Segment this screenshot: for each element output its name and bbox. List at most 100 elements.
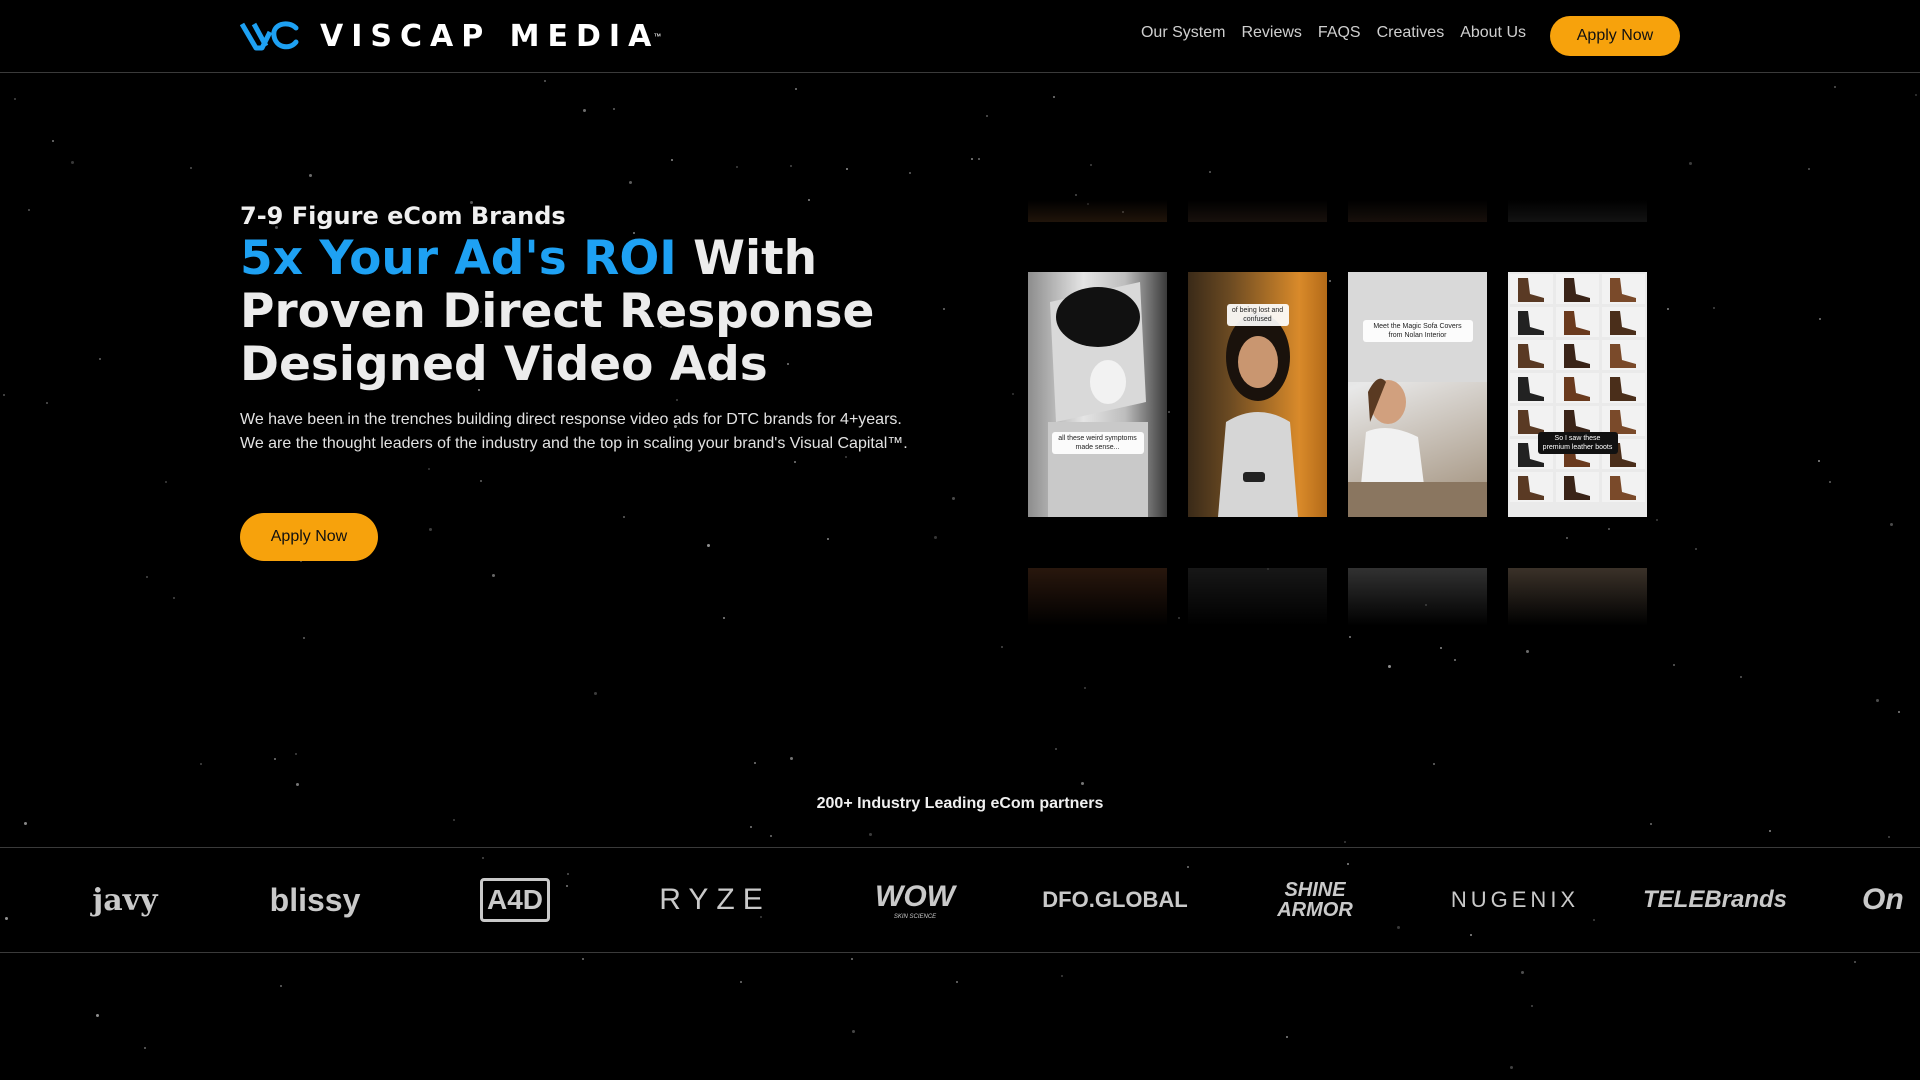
star-dot <box>1566 537 1568 539</box>
video-thumb-leather-boots[interactable]: So I saw these premium leather boots <box>1508 272 1647 517</box>
star-dot <box>750 826 752 828</box>
logo-wordmark: VISCAP MEDIA <box>320 18 660 54</box>
star-dot <box>1818 460 1820 462</box>
star-dot <box>200 763 202 765</box>
star-dot <box>1454 659 1456 661</box>
logo-trademark: ™ <box>653 31 662 41</box>
star-dot <box>1854 961 1856 963</box>
star-dot <box>1713 307 1715 309</box>
video-thumb-top-2[interactable] <box>1188 200 1327 222</box>
star-dot <box>582 958 584 960</box>
nav-link-faqs[interactable]: FAQS <box>1318 24 1361 42</box>
video-thumb-woman-phone[interactable]: of being lost and confused <box>1188 272 1327 517</box>
partner-logo-dfo-global: DFO.GLOBAL <box>1042 887 1188 912</box>
nav-link-creatives[interactable]: Creatives <box>1377 24 1445 42</box>
star-dot <box>1440 647 1442 649</box>
nav-links: Our System Reviews FAQS Creatives About … <box>1141 24 1526 42</box>
video-thumb-bottom-1[interactable] <box>1028 568 1167 626</box>
star-dot <box>492 574 495 577</box>
headline-accent: 5x Your Ad's ROI <box>240 231 677 286</box>
star-dot <box>790 757 793 760</box>
star-dot <box>428 468 430 470</box>
star-dot <box>978 158 980 160</box>
site-logo[interactable]: VISCAP MEDIA ™ <box>240 16 661 56</box>
partner-logo-a4d: A4D <box>480 878 550 922</box>
star-dot <box>165 481 167 483</box>
star-dot <box>623 516 625 518</box>
star-dot <box>429 528 432 531</box>
star-dot <box>1521 971 1524 974</box>
star-dot <box>280 985 282 987</box>
star-dot <box>544 80 546 82</box>
partner-logo-ryze: RYZE <box>659 883 771 916</box>
star-dot <box>71 161 74 164</box>
star-dot <box>14 98 16 100</box>
star-dot <box>790 165 792 167</box>
star-dot <box>190 167 192 169</box>
star-dot <box>303 637 305 639</box>
sofa-woman-illustration <box>1348 272 1487 517</box>
star-dot <box>1656 519 1658 521</box>
star-dot <box>583 109 586 112</box>
star-dot <box>1667 308 1669 310</box>
video-thumb-trash-can[interactable]: all these weird symptoms made sense... <box>1028 272 1167 517</box>
headline-part-2: Proven Direct Response <box>240 284 875 339</box>
partner-logo-on: On <box>1862 883 1904 916</box>
star-dot <box>1012 393 1014 395</box>
star-dot <box>909 172 911 174</box>
star-dot <box>676 399 678 401</box>
nav-link-our-system[interactable]: Our System <box>1141 24 1225 42</box>
star-dot <box>845 456 847 458</box>
star-dot <box>971 158 973 160</box>
star-dot <box>1819 318 1821 320</box>
star-dot <box>707 544 710 547</box>
nav-apply-now-button[interactable]: Apply Now <box>1550 16 1680 56</box>
star-dot <box>754 762 756 764</box>
star-dot <box>852 1030 855 1033</box>
nav-link-about-us[interactable]: About Us <box>1460 24 1526 42</box>
star-dot <box>309 174 312 177</box>
star-dot <box>52 140 54 142</box>
star-dot <box>851 958 853 960</box>
star-dot <box>808 199 810 201</box>
star-dot <box>1329 280 1331 282</box>
video-thumb-bottom-3[interactable] <box>1348 568 1487 626</box>
video-thumb-top-4[interactable] <box>1508 200 1647 222</box>
star-dot <box>770 835 772 837</box>
partner-logo-nugenix: NUGENIX <box>1450 887 1580 912</box>
video-thumb-top-3[interactable] <box>1348 200 1487 222</box>
star-dot <box>1876 699 1879 702</box>
star-dot <box>1090 164 1092 166</box>
star-dot <box>1834 86 1836 88</box>
star-dot <box>1740 676 1742 678</box>
star-dot <box>795 88 797 90</box>
video-thumb-bottom-2[interactable] <box>1188 568 1327 626</box>
partner-logo-javy: javy <box>92 882 158 918</box>
star-dot <box>1915 94 1917 96</box>
partner-logo-telebrands: TELEBrands <box>1642 886 1788 913</box>
star-dot <box>1286 1036 1288 1038</box>
star-dot <box>1888 836 1890 838</box>
video-thumb-bottom-4[interactable] <box>1508 568 1647 626</box>
video-thumb-top-1[interactable] <box>1028 200 1167 222</box>
video-thumb-sofa-covers[interactable]: Meet the Magic Sofa Covers from Nolan In… <box>1348 272 1487 517</box>
star-dot <box>1890 523 1893 526</box>
star-dot <box>99 358 101 360</box>
hero-description: We have been in the trenches building di… <box>240 411 908 452</box>
star-dot <box>1695 548 1697 550</box>
star-dot <box>1433 763 1435 765</box>
star-dot <box>144 1047 146 1049</box>
star-dot <box>1650 823 1652 825</box>
top-navbar: VISCAP MEDIA ™ Our System Reviews FAQS C… <box>0 0 1920 73</box>
star-dot <box>986 115 988 117</box>
star-dot <box>1526 650 1529 653</box>
hero-headline: 5x Your Ad's ROI With Proven Direct Resp… <box>240 232 940 391</box>
star-dot <box>1829 481 1831 483</box>
nav-link-reviews[interactable]: Reviews <box>1241 24 1301 42</box>
partner-logo-blissy: blissy <box>269 881 361 918</box>
video-caption-3: Meet the Magic Sofa Covers from Nolan In… <box>1362 320 1473 342</box>
star-dot <box>1209 171 1211 173</box>
hero-apply-now-button[interactable]: Apply Now <box>240 513 378 561</box>
star-dot <box>740 981 742 983</box>
star-dot <box>671 159 673 161</box>
